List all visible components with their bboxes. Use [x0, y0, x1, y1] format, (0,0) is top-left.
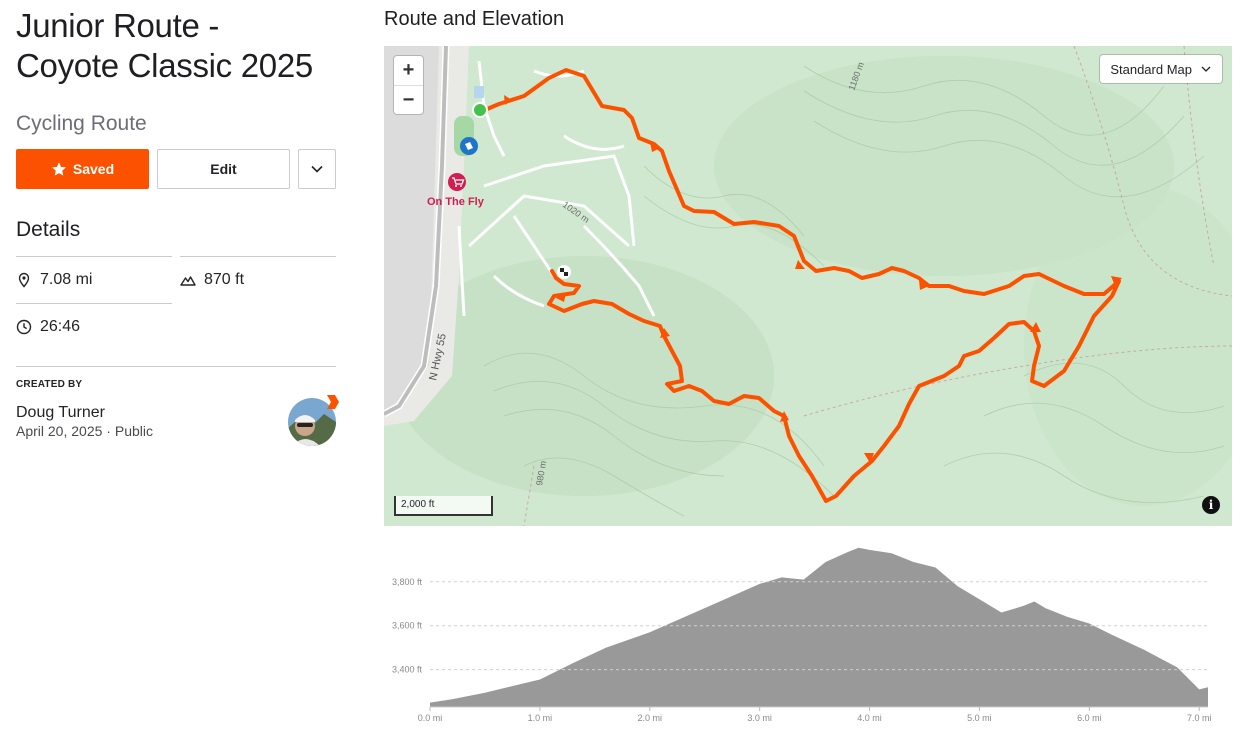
chevron-down-icon — [311, 165, 323, 173]
route-actions: Saved Edit — [16, 149, 336, 189]
details-stats: 7.08 mi 870 ft 26:46 — [16, 256, 336, 350]
route-map[interactable]: 1020 m 1180 m 980 m N Hwy 55 On The Fly — [384, 46, 1232, 526]
route-type: Cycling Route — [16, 112, 147, 135]
saved-label: Saved — [72, 161, 115, 177]
finish-flag-icon[interactable] — [557, 265, 571, 279]
author-name[interactable]: Doug Turner — [16, 404, 153, 422]
x-tick-label: 4.0 mi — [857, 713, 882, 723]
map-canvas: 1020 m 1180 m 980 m N Hwy 55 On The Fly — [384, 46, 1232, 526]
clock-icon — [16, 319, 32, 335]
location-pin-icon — [18, 272, 30, 288]
zoom-out-button[interactable]: − — [394, 85, 423, 114]
visibility: Public — [114, 423, 153, 439]
created-by-heading: CREATED BY — [16, 379, 83, 390]
zoom-in-button[interactable]: + — [394, 56, 423, 85]
route-title-line1: Junior Route - — [16, 7, 220, 44]
y-tick-label: 3,400 ft — [392, 665, 423, 675]
author-meta: April 20, 2025 · Public — [16, 423, 153, 439]
x-tick-label: 7.0 mi — [1187, 713, 1212, 723]
map-style-label: Standard Map — [1110, 61, 1192, 77]
section-title: Route and Elevation — [384, 8, 565, 30]
y-tick-label: 3,800 ft — [392, 577, 423, 587]
more-options-button[interactable] — [298, 149, 336, 189]
mountain-icon — [180, 276, 196, 286]
poi-label: On The Fly — [427, 196, 485, 208]
x-tick-label: 6.0 mi — [1077, 713, 1102, 723]
x-tick-label: 5.0 mi — [967, 713, 992, 723]
author-avatar[interactable] — [288, 395, 339, 446]
chevron-down-icon — [1201, 66, 1211, 72]
route-title: Junior Route - Coyote Classic 2025 — [16, 6, 336, 86]
distance-stat: 7.08 mi — [16, 256, 172, 303]
x-tick-label: 0.0 mi — [418, 713, 443, 723]
route-summary-panel: Junior Route - Coyote Classic 2025 Cycli… — [16, 6, 339, 446]
created-date: April 20, 2025 — [16, 423, 103, 439]
x-tick-label: 3.0 mi — [747, 713, 772, 723]
subscriber-badge-icon — [327, 395, 339, 409]
elevation-chart[interactable]: 3,400 ft 3,600 ft 3,800 ft 0.0 mi 1.0 mi 2.0 … — [384, 532, 1232, 732]
elevation-gain-stat: 870 ft — [180, 256, 336, 303]
duration-value: 26:46 — [40, 318, 81, 335]
star-icon — [51, 162, 66, 176]
distance-value: 7.08 mi — [40, 271, 93, 288]
details-heading: Details — [16, 218, 81, 241]
duration-stat: 26:46 — [16, 303, 172, 350]
x-tick-label: 1.0 mi — [528, 713, 553, 723]
start-marker[interactable] — [472, 102, 488, 118]
map-style-dropdown[interactable]: Standard Map — [1100, 55, 1222, 83]
y-tick-label: 3,600 ft — [392, 621, 423, 631]
x-tick-label: 2.0 mi — [638, 713, 663, 723]
elevation-area — [430, 547, 1208, 707]
author-row: Doug Turner April 20, 2025 · Public — [16, 395, 339, 446]
zoom-controls: + − — [394, 56, 423, 114]
elevation-gain-value: 870 ft — [204, 271, 245, 288]
route-title-line2: Coyote Classic 2025 — [16, 47, 313, 84]
map-scale-bar: 2,000 ft — [394, 496, 493, 516]
divider — [16, 366, 336, 367]
meta-separator: · — [106, 423, 115, 439]
saved-button[interactable]: Saved — [16, 149, 149, 189]
edit-button[interactable]: Edit — [157, 149, 290, 189]
map-info-icon[interactable]: i — [1202, 496, 1220, 514]
